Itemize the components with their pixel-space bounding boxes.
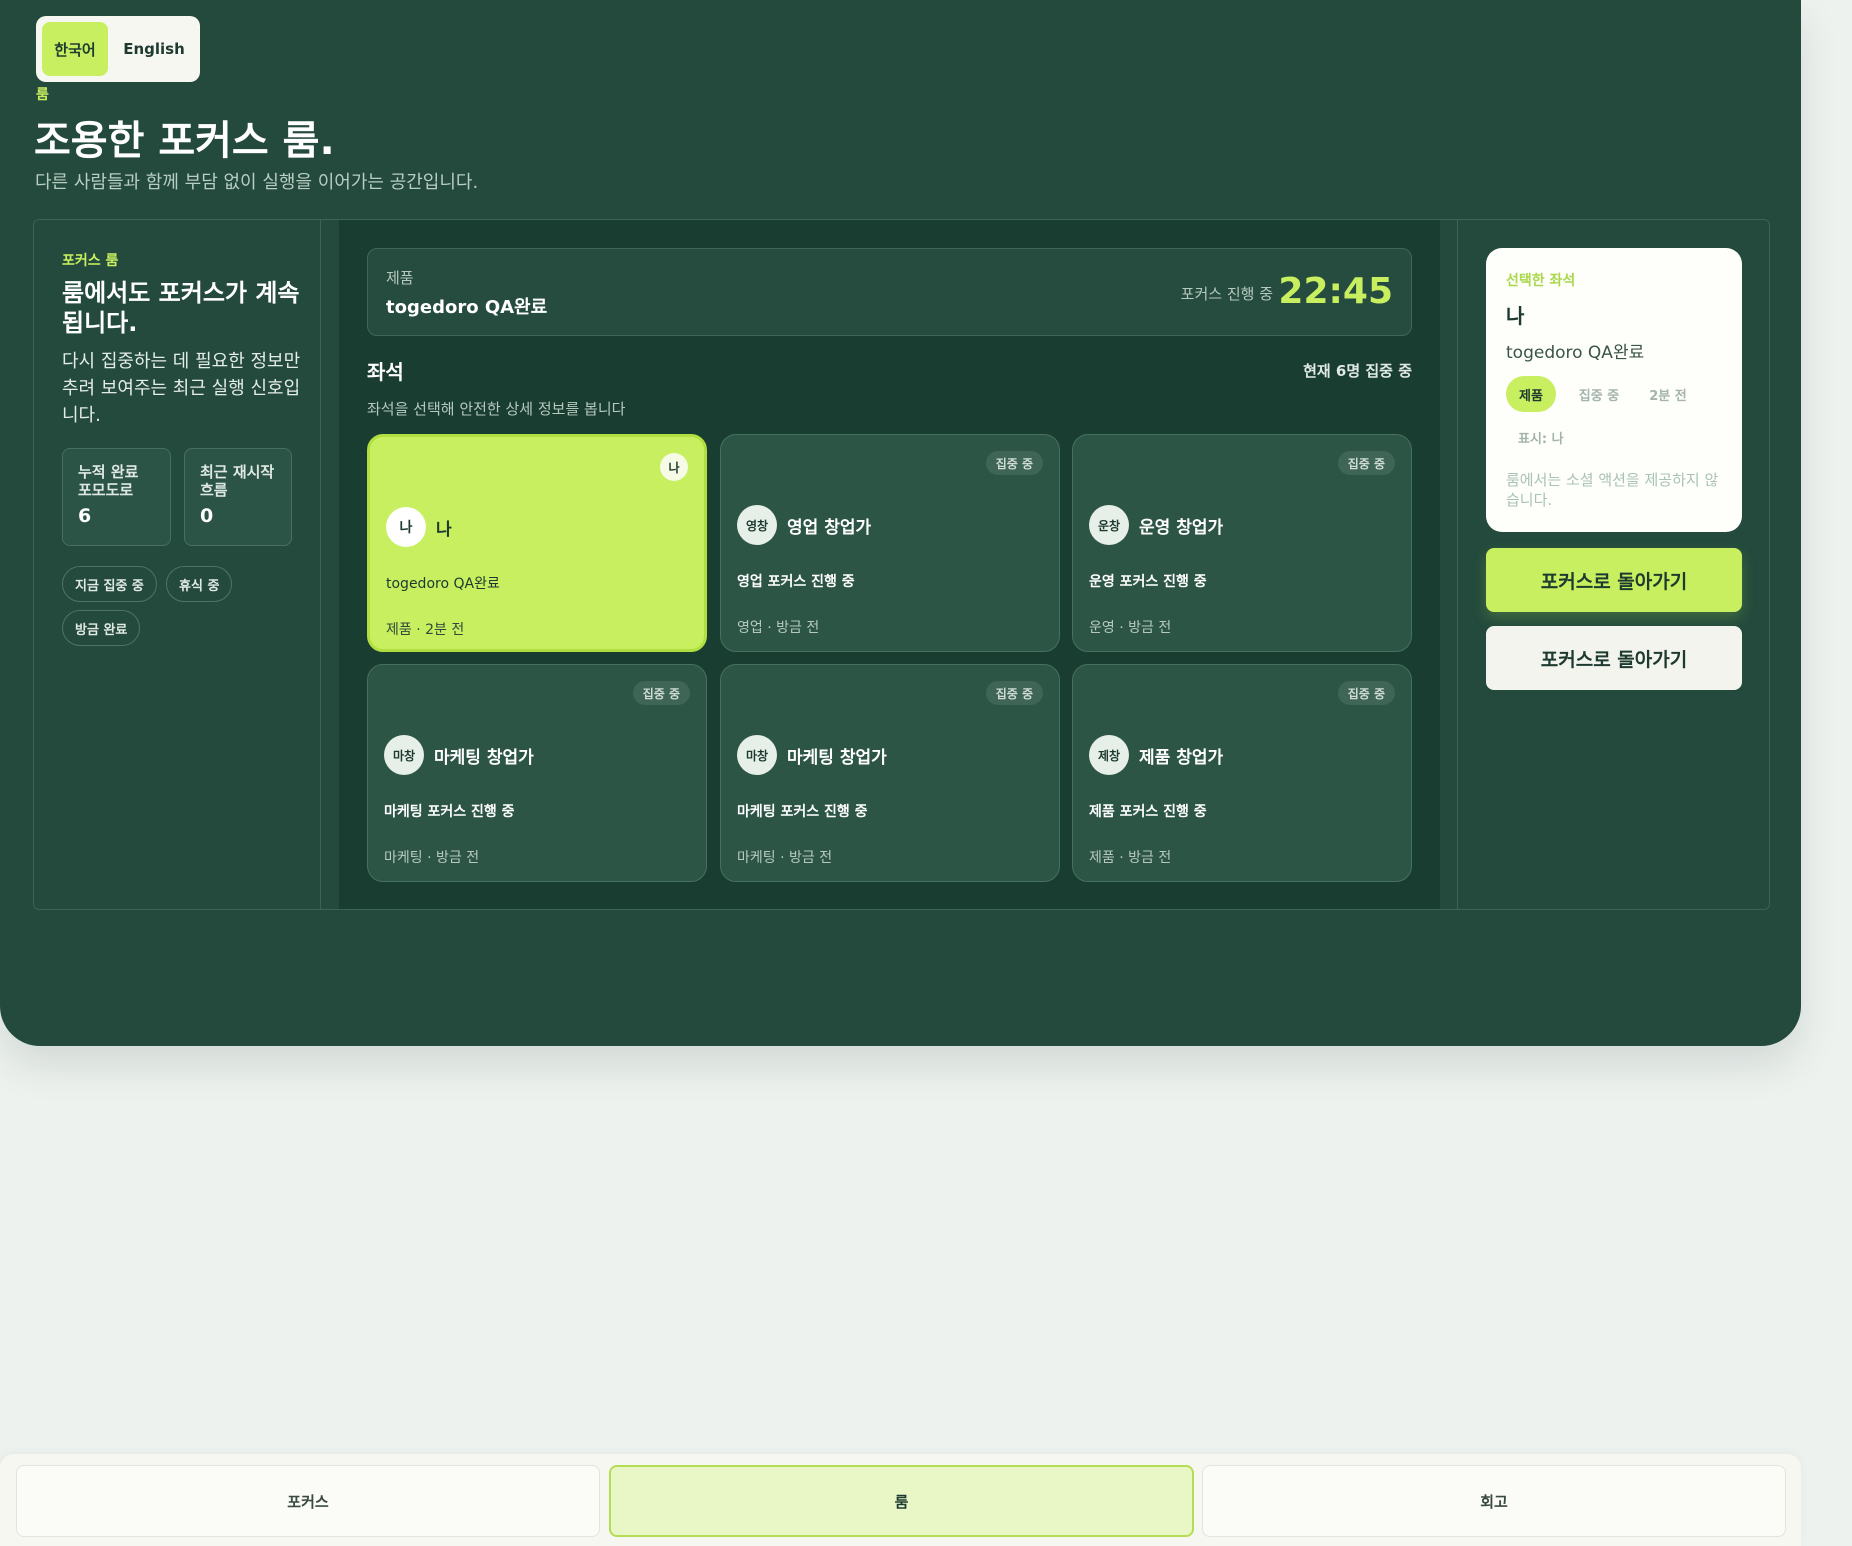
lang-korean-button[interactable]: 한국어 <box>42 22 108 76</box>
current-focus-bar: 제품 togedoro QA완료 포커스 진행 중 22:45 <box>367 248 1412 336</box>
tab-room[interactable]: 룸 <box>609 1465 1194 1537</box>
detail-category-pill: 제품 <box>1506 376 1556 412</box>
signal-eyebrow: 포커스 룸 <box>62 253 119 269</box>
seat-meta: 마케팅 · 방금 전 <box>737 850 833 866</box>
seat-name: 영업 창업가 <box>787 518 872 538</box>
signal-column: 포커스 룸 룸에서도 포커스가 계속됩니다. 다시 집중하는 데 필요한 정보만… <box>34 220 321 909</box>
seats-title: 좌석 <box>367 360 404 384</box>
seat-meta: 영업 · 방금 전 <box>737 620 820 636</box>
avatar: 마창 <box>737 735 777 775</box>
seat-meta: 마케팅 · 방금 전 <box>384 850 480 866</box>
detail-column: 선택한 좌석 나 togedoro QA완료 제품 집중 중 2분 전 표시: … <box>1457 220 1770 909</box>
page-subtitle: 다른 사람들과 함께 부담 없이 실행을 이어가는 공간입니다. <box>35 172 479 193</box>
detail-eyebrow: 선택한 좌석 <box>1506 273 1576 289</box>
chip-just-done: 방금 완료 <box>62 610 141 646</box>
seat-card[interactable]: 집중 중 영창 영업 창업가 영업 포커스 진행 중 영업 · 방금 전 <box>720 434 1060 652</box>
seat-activity: togedoro QA완료 <box>386 576 500 592</box>
status-badge: 집중 중 <box>1337 451 1395 475</box>
stat-value: 0 <box>200 505 214 527</box>
detail-time-pill: 2분 전 <box>1649 388 1687 404</box>
detail-display-label: 표시: 나 <box>1518 432 1564 447</box>
signal-description: 다시 집중하는 데 필요한 정보만 추려 보여주는 최근 실행 신호입니다. <box>62 351 301 426</box>
seat-activity: 마케팅 포커스 진행 중 <box>737 804 868 820</box>
seat-meta: 제품 · 2분 전 <box>386 622 465 638</box>
tab-retrospective[interactable]: 회고 <box>1202 1465 1786 1537</box>
seat-card-me[interactable]: 나 나 나 togedoro QA완료 제품 · 2분 전 <box>367 434 707 652</box>
status-badge: 집중 중 <box>985 681 1043 705</box>
seat-activity: 영업 포커스 진행 중 <box>737 574 855 590</box>
stat-value: 6 <box>78 505 92 527</box>
seats-hint: 좌석을 선택해 안전한 상세 정보를 봅니다 <box>367 400 626 418</box>
seat-name: 마케팅 창업가 <box>787 748 887 768</box>
focus-timer: 22:45 <box>1278 271 1393 312</box>
avatar: 영창 <box>737 505 777 545</box>
seat-name: 운영 창업가 <box>1139 518 1224 538</box>
detail-name: 나 <box>1506 304 1525 328</box>
language-switch: 한국어 English <box>36 16 200 82</box>
room-board: 포커스 룸 룸에서도 포커스가 계속됩니다. 다시 집중하는 데 필요한 정보만… <box>33 219 1770 910</box>
stat-restart-flow: 최근 재시작 흐름 0 <box>184 448 292 546</box>
seat-card[interactable]: 집중 중 제창 제품 창업가 제품 포커스 진행 중 제품 · 방금 전 <box>1072 664 1412 882</box>
avatar: 제창 <box>1089 735 1129 775</box>
avatar: 나 <box>386 507 426 547</box>
detail-note: 룸에서는 소셜 액션을 제공하지 않습니다. <box>1506 471 1719 509</box>
focus-category: 제품 <box>386 269 414 287</box>
seat-badge: 나 <box>660 453 688 481</box>
detail-task: togedoro QA완료 <box>1506 343 1645 363</box>
seat-name: 마케팅 창업가 <box>434 748 534 768</box>
status-badge: 집중 중 <box>985 451 1043 475</box>
tab-focus[interactable]: 포커스 <box>16 1465 600 1537</box>
stat-completed-pomodoros: 누적 완료 포모도로 6 <box>62 448 171 546</box>
bottom-tab-bar: 포커스 룸 회고 <box>0 1454 1801 1546</box>
lang-english-button[interactable]: English <box>114 22 194 76</box>
avatar: 마창 <box>384 735 424 775</box>
seat-card[interactable]: 집중 중 운창 운영 창업가 운영 포커스 진행 중 운영 · 방금 전 <box>1072 434 1412 652</box>
chip-on-break: 휴식 중 <box>166 566 233 602</box>
detail-status-pill: 집중 중 <box>1578 388 1620 404</box>
focus-task: togedoro QA완료 <box>386 297 548 318</box>
back-to-focus-button[interactable]: 포커스로 돌아가기 <box>1486 548 1742 612</box>
avatar: 운창 <box>1089 505 1129 545</box>
seat-activity: 운영 포커스 진행 중 <box>1089 574 1207 590</box>
stat-label: 최근 재시작 흐름 <box>200 463 275 499</box>
status-badge: 집중 중 <box>1337 681 1395 705</box>
seat-meta: 운영 · 방금 전 <box>1089 620 1172 636</box>
seat-card[interactable]: 집중 중 마창 마케팅 창업가 마케팅 포커스 진행 중 마케팅 · 방금 전 <box>367 664 707 882</box>
seats-column: 제품 togedoro QA완료 포커스 진행 중 22:45 좌석 현재 6명… <box>339 220 1440 909</box>
page-eyebrow: 룸 <box>36 87 49 103</box>
stat-label: 누적 완료 포모도로 <box>78 463 139 499</box>
seat-name: 나 <box>436 520 452 540</box>
room-panel: 한국어 English 룸 조용한 포커스 룸. 다른 사람들과 함께 부담 없… <box>0 0 1801 1046</box>
seat-name: 제품 창업가 <box>1139 748 1224 768</box>
seat-card[interactable]: 집중 중 마창 마케팅 창업가 마케팅 포커스 진행 중 마케팅 · 방금 전 <box>720 664 1060 882</box>
chip-focusing-now: 지금 집중 중 <box>62 566 157 602</box>
selected-seat-card: 선택한 좌석 나 togedoro QA완료 제품 집중 중 2분 전 표시: … <box>1486 248 1742 532</box>
page-title: 조용한 포커스 룸. <box>34 118 335 164</box>
seat-activity: 마케팅 포커스 진행 중 <box>384 804 515 820</box>
focus-status: 포커스 진행 중 <box>1180 285 1273 303</box>
seats-count: 현재 6명 집중 중 <box>1303 362 1412 380</box>
seat-meta: 제품 · 방금 전 <box>1089 850 1172 866</box>
back-to-focus-secondary-button[interactable]: 포커스로 돌아가기 <box>1486 626 1742 690</box>
status-badge: 집중 중 <box>632 681 690 705</box>
seat-activity: 제품 포커스 진행 중 <box>1089 804 1207 820</box>
signal-headline: 룸에서도 포커스가 계속됩니다. <box>62 279 300 337</box>
